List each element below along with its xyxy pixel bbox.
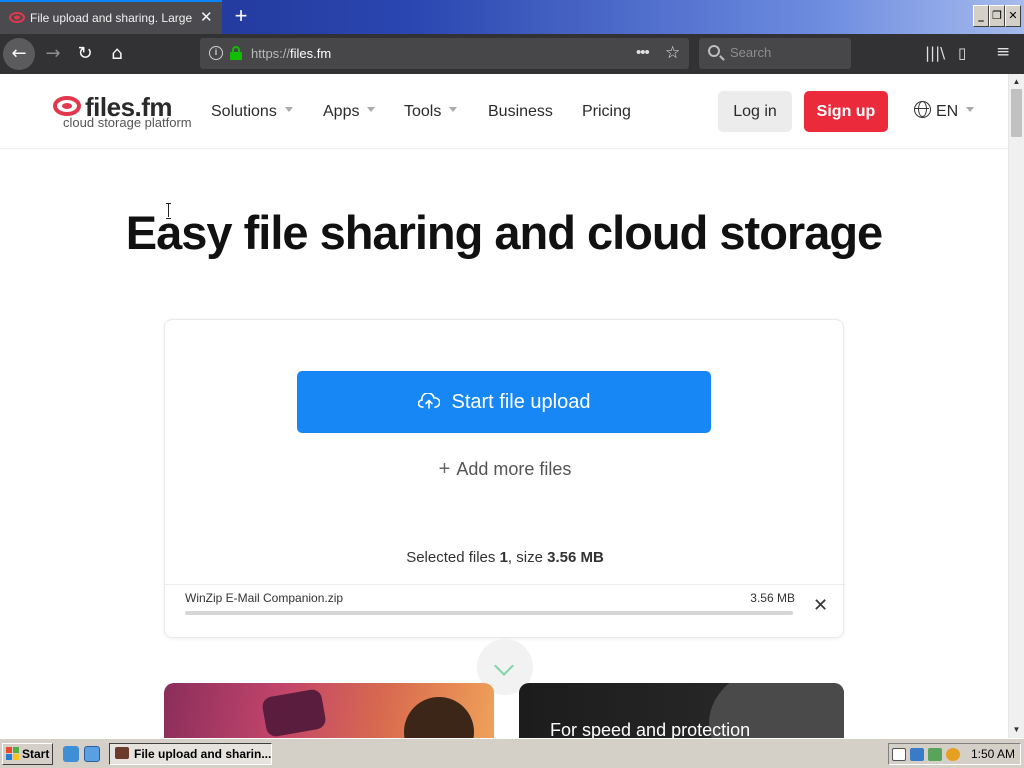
login-button[interactable]: Log in [718,91,792,132]
chevron-down-icon [966,107,975,113]
tab-close-icon[interactable]: ✕ [200,8,213,26]
windows-flag-icon [6,747,19,760]
text-cursor-icon [166,203,172,219]
nav-tools[interactable]: Tools [404,103,458,121]
filesfm-logo[interactable]: files.fm cloud storage platform [52,92,192,133]
nav-solutions-label: Solutions [211,103,277,120]
promo-right-title: For speed and protection [550,720,751,738]
start-upload-label: Start file upload [451,391,591,413]
filesfm-favicon-icon [9,12,25,23]
url-text[interactable]: https://files.fm [251,46,331,61]
file-name: WinZip E-Mail Companion.zip [185,591,344,605]
nav-apps[interactable]: Apps [323,103,376,121]
plus-icon: + [438,458,451,480]
network-tray-icon[interactable] [910,748,924,761]
secure-lock-icon[interactable] [230,46,242,60]
close-window-button[interactable]: ✕ [1005,5,1021,27]
promo-image-person [404,697,474,738]
system-tray: 1:50 AM [888,743,1021,765]
nav-apps-label: Apps [323,103,360,120]
sidebar-toggle-icon[interactable]: ▯ [958,44,966,62]
hero-title: Easy file sharing and cloud storage [125,206,883,259]
total-size: 3.56 MB [547,549,604,566]
site-info-icon[interactable]: i [209,46,223,60]
start-button[interactable]: Start [2,743,53,765]
outlook-express-icon[interactable] [84,746,100,762]
internet-explorer-icon[interactable] [63,746,79,762]
file-size: 3.56 MB [750,591,795,605]
search-input[interactable] [730,45,840,60]
library-icon[interactable]: |||\ [925,44,945,62]
bookmark-star-icon[interactable]: ☆ [665,43,680,63]
nav-tools-label: Tools [404,103,442,120]
selected-prefix: Selected files [406,549,500,566]
chevron-down-icon [449,107,458,113]
globe-icon [914,101,931,119]
promo-card-left[interactable] [164,683,494,738]
promo-card-right[interactable]: For speed and protection [519,683,844,738]
file-progress-fill [185,611,793,615]
page-scrollbar[interactable]: ▲ ▼ [1008,74,1024,738]
browser-search-bar[interactable] [699,38,851,69]
selected-files-summary: Selected files 1, size 3.56 MB [165,549,845,566]
promo-image-shape [260,688,328,738]
restore-window-button[interactable]: ❐ [989,5,1005,27]
page-viewport: files.fm cloud storage platform Solution… [0,74,1008,738]
selected-count: 1 [499,549,508,566]
url-host: files.fm [290,46,332,61]
minimize-window-button[interactable]: _ [973,5,989,27]
remove-file-icon[interactable]: ✕ [813,595,828,616]
forward-button[interactable]: → [37,38,69,70]
scroll-up-arrow-icon[interactable]: ▲ [1009,74,1024,89]
nav-solutions[interactable]: Solutions [211,103,293,121]
file-list-item: WinZip E-Mail Companion.zip 3.56 MB ✕ [165,584,845,638]
help-tray-icon[interactable] [892,748,906,761]
start-label: Start [22,747,50,761]
logo-mark-icon [53,96,81,116]
upload-card: Start file upload + Add more files Select… [164,319,845,638]
browser-tab[interactable]: File upload and sharing. Large file ✕ [0,0,222,34]
chevron-down-icon [284,107,293,113]
add-more-files-link[interactable]: + Add more files [165,458,845,481]
new-tab-button[interactable]: + [228,2,254,30]
file-progress-bar [185,611,793,615]
page-actions-icon[interactable]: ••• [636,44,650,61]
taskbar-window-label: File upload and sharin... [134,747,272,761]
logo-tagline: cloud storage platform [63,115,192,130]
site-header: files.fm cloud storage platform Solution… [0,74,1008,149]
browser-window-icon [115,747,129,759]
security-tray-icon[interactable] [928,748,942,761]
url-prefix: https:// [251,46,291,61]
tab-title: File upload and sharing. Large file [30,11,193,25]
menu-icon[interactable]: ≡ [996,42,1010,62]
taskbar: Start File upload and sharin... 1:50 AM [0,738,1024,768]
chevron-down-icon [367,107,376,113]
chevron-down-icon [494,656,514,676]
scroll-down-arrow-icon[interactable]: ▼ [1009,722,1024,737]
reload-button[interactable]: ↻ [69,38,101,70]
url-bar[interactable]: i https://files.fm ••• ☆ [200,38,689,69]
language-selector[interactable]: EN [914,101,975,121]
back-button[interactable]: ← [3,38,35,70]
nav-business[interactable]: Business [488,103,553,121]
size-prefix: , size [507,549,548,566]
nav-pricing[interactable]: Pricing [582,103,631,121]
scrollbar-thumb[interactable] [1011,89,1022,137]
taskbar-window-button[interactable]: File upload and sharin... [109,743,272,765]
taskbar-clock: 1:50 AM [971,747,1016,761]
home-button[interactable]: ⌂ [101,38,133,70]
cloud-upload-icon [417,392,440,409]
language-label: EN [936,103,959,120]
start-upload-button[interactable]: Start file upload [297,371,711,433]
search-icon [708,45,720,57]
signup-button[interactable]: Sign up [804,91,888,132]
add-more-label: Add more files [456,459,572,479]
browser-titlebar: File upload and sharing. Large file ✕ + … [0,0,1024,34]
search-tray-icon[interactable] [946,748,960,761]
